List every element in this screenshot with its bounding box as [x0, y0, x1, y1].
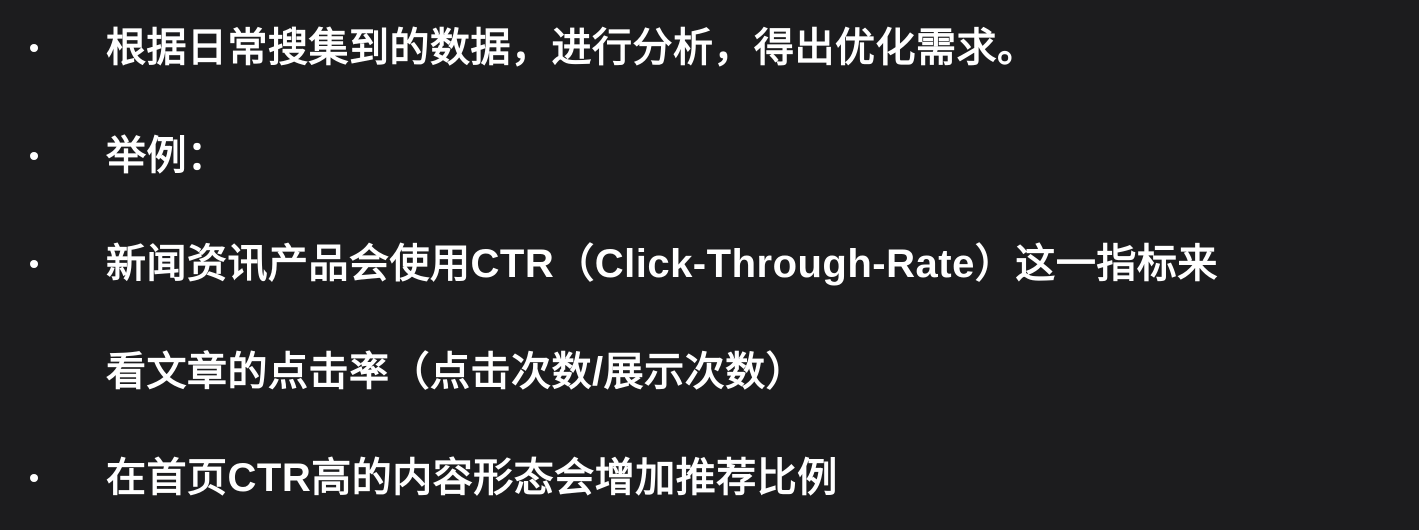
continuation-text: 看文章的点击率（点击次数/展示次数）: [106, 350, 807, 394]
bullet-item: • 举例：: [0, 126, 1419, 186]
bullet-item: • 新闻资讯产品会使用CTR（Click-Through-Rate）这一指标来: [0, 234, 1419, 294]
bullet-text: 新闻资讯产品会使用CTR（Click-Through-Rate）这一指标来: [106, 242, 1218, 286]
bullet-dot-icon: •: [29, 248, 39, 279]
bullet-item: • 根据日常搜集到的数据，进行分析，得出优化需求。: [0, 18, 1419, 78]
bullet-list: • 根据日常搜集到的数据，进行分析，得出优化需求。 • 举例： • 新闻资讯产品…: [0, 0, 1419, 530]
bullet-dot-icon: •: [29, 32, 39, 63]
bullet-dot-icon: •: [29, 140, 39, 171]
bullet-text: 在首页CTR高的内容形态会增加推荐比例: [106, 456, 838, 500]
bullet-text: 根据日常搜集到的数据，进行分析，得出优化需求。: [106, 26, 1038, 70]
bullet-text: 举例：: [106, 134, 228, 178]
bullet-item: • 在首页CTR高的内容形态会增加推荐比例: [0, 448, 1419, 508]
slide: • 根据日常搜集到的数据，进行分析，得出优化需求。 • 举例： • 新闻资讯产品…: [0, 0, 1419, 530]
bullet-dot-icon: •: [29, 462, 39, 493]
bullet-continuation: 看文章的点击率（点击次数/展示次数）: [0, 342, 1419, 402]
